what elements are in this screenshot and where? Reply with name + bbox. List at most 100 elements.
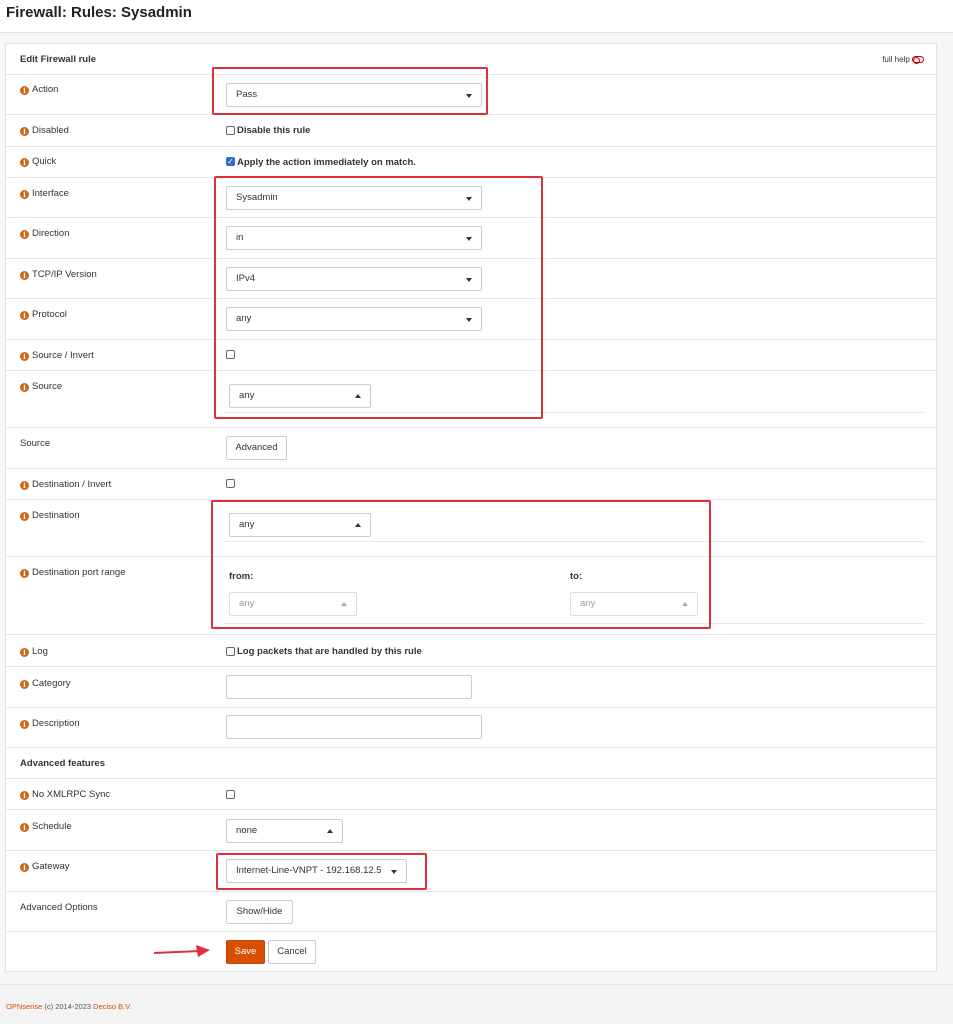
destination-invert-checkbox[interactable] [226, 479, 235, 488]
info-icon[interactable]: i [20, 271, 29, 280]
panel-title: Edit Firewall rule [20, 54, 97, 65]
description-input[interactable] [226, 715, 482, 739]
caret-up-icon [327, 829, 333, 833]
show-hide-button[interactable]: Show/Hide [226, 900, 293, 924]
disable-rule-checkbox[interactable] [226, 126, 235, 135]
category-label: i Category [20, 678, 71, 689]
page-title: Firewall: Rules: Sysadmin [6, 4, 192, 21]
info-icon[interactable]: i [20, 720, 29, 729]
footer-brand-link[interactable]: OPNsense [6, 1002, 42, 1011]
info-icon[interactable]: i [20, 680, 29, 689]
destination-label: i Destination [20, 510, 80, 521]
source-advanced-button[interactable]: Advanced [226, 436, 287, 460]
row-gateway: i Gateway Internet-Line-VNPT - 192.168.12… [6, 851, 936, 892]
destination-select[interactable]: any [229, 513, 371, 537]
advanced-features-heading: Advanced features [20, 758, 106, 769]
tcpip-select[interactable]: IPv4 [226, 267, 482, 291]
arrow-annotation-icon [153, 945, 210, 957]
source-invert-label: i Source / Invert [20, 350, 94, 361]
info-icon[interactable]: i [20, 823, 29, 832]
divider [224, 412, 924, 413]
info-icon[interactable]: i [20, 648, 29, 657]
schedule-select[interactable]: none [226, 819, 343, 843]
footer-text: OPNsense (c) 2014-2023 Deciso B.V. [6, 1002, 132, 1011]
row-tcpip-version: i TCP/IP Version IPv4 [6, 259, 936, 299]
source-select[interactable]: any [229, 384, 371, 408]
port-to-select[interactable]: any [570, 592, 698, 616]
from-label: from: [229, 571, 254, 582]
protocol-select[interactable]: any [226, 307, 482, 331]
info-icon[interactable]: i [20, 383, 29, 392]
info-icon[interactable]: i [20, 311, 29, 320]
page-header: Firewall: Rules: Sysadmin [0, 0, 953, 33]
log-label: i Log [20, 646, 48, 657]
no-xmlrpc-label: i No XMLRPC Sync [20, 789, 110, 800]
caret-up-icon [682, 602, 688, 606]
row-advanced-features: Advanced features [6, 748, 936, 779]
action-select[interactable]: Pass [226, 83, 482, 107]
disable-rule-label[interactable]: Disable this rule [237, 125, 310, 136]
info-icon[interactable]: i [20, 569, 29, 578]
info-icon[interactable]: i [20, 512, 29, 521]
row-protocol: i Protocol any [6, 299, 936, 340]
interface-label: i Interface [20, 188, 69, 199]
row-advanced-options: Advanced Options Show/Hide [6, 892, 936, 932]
info-icon[interactable]: i [20, 230, 29, 239]
save-button[interactable]: Save [226, 940, 265, 964]
direction-label: i Direction [20, 228, 70, 239]
row-description: i Description [6, 708, 936, 748]
info-icon[interactable]: i [20, 127, 29, 136]
caret-down-icon [466, 237, 472, 241]
info-icon[interactable]: i [20, 481, 29, 490]
full-help-toggle[interactable]: full help [882, 55, 924, 64]
caret-down-icon [466, 94, 472, 98]
info-icon[interactable]: i [20, 863, 29, 872]
row-destination-invert: i Destination / Invert [6, 469, 936, 500]
source-advanced-label: Source [20, 438, 51, 449]
destination-invert-label: i Destination / Invert [20, 479, 111, 490]
schedule-label: i Schedule [20, 821, 72, 832]
direction-select[interactable]: in [226, 226, 482, 250]
row-direction: i Direction in [6, 218, 936, 259]
source-label: i Source [20, 381, 62, 392]
cancel-button[interactable]: Cancel [268, 940, 316, 964]
info-icon[interactable]: i [20, 86, 29, 95]
toggle-icon [912, 56, 924, 64]
quick-checkbox[interactable]: ✓ [226, 157, 235, 166]
row-source-invert: i Source / Invert [6, 340, 936, 371]
footer-company-link[interactable]: Deciso B.V. [93, 1002, 132, 1011]
to-label: to: [570, 571, 583, 582]
divider [224, 623, 924, 624]
row-no-xmlrpc: i No XMLRPC Sync [6, 779, 936, 810]
full-help-label: full help [882, 55, 910, 64]
row-disabled: i Disabled Disable this rule [6, 115, 936, 147]
caret-down-icon [466, 278, 472, 282]
caret-up-icon [355, 523, 361, 527]
row-quick: i Quick ✓ Apply the action immediately on… [6, 147, 936, 178]
row-interface: i Interface Sysadmin [6, 178, 936, 218]
tcpip-label: i TCP/IP Version [20, 269, 97, 280]
info-icon[interactable]: i [20, 190, 29, 199]
row-schedule: i Schedule none [6, 810, 936, 851]
row-source-advanced: Source Advanced [6, 428, 936, 469]
protocol-label: i Protocol [20, 309, 67, 320]
info-icon[interactable]: i [20, 158, 29, 167]
row-source: i Source any [6, 371, 936, 428]
panel-header: Edit Firewall rule full help [6, 44, 936, 75]
no-xmlrpc-checkbox[interactable] [226, 790, 235, 799]
caret-down-icon [391, 870, 397, 874]
info-icon[interactable]: i [20, 352, 29, 361]
gateway-select[interactable]: Internet-Line-VNPT - 192.168.12.5 [226, 859, 407, 883]
category-input[interactable] [226, 675, 472, 699]
source-invert-checkbox[interactable] [226, 350, 235, 359]
row-category: i Category [6, 667, 936, 708]
info-icon[interactable]: i [20, 791, 29, 800]
interface-select[interactable]: Sysadmin [226, 186, 482, 210]
row-destination-port-range: i Destination port range from: to: any an… [6, 557, 936, 635]
port-from-select[interactable]: any [229, 592, 357, 616]
caret-up-icon [355, 394, 361, 398]
log-checkbox[interactable] [226, 647, 235, 656]
advanced-options-label: Advanced Options [20, 902, 98, 913]
quick-checkbox-label[interactable]: Apply the action immediately on match. [237, 157, 416, 168]
log-checkbox-label[interactable]: Log packets that are handled by this rul… [237, 646, 422, 657]
